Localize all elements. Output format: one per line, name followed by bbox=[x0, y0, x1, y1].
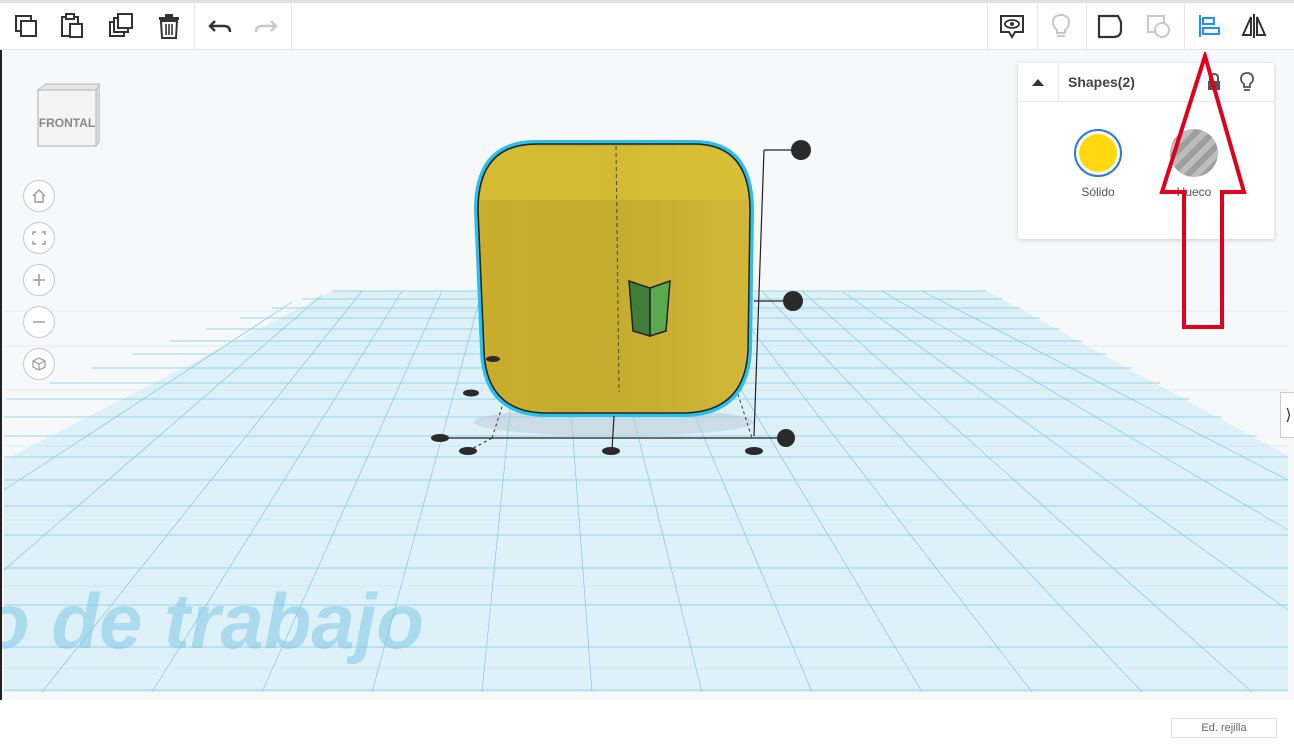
toolbar-divider bbox=[291, 3, 292, 50]
solid-label: Sólido bbox=[1081, 185, 1115, 199]
trash-icon bbox=[159, 14, 179, 39]
zoom-in-icon bbox=[33, 274, 45, 286]
perspective-icon bbox=[32, 357, 46, 371]
duplicate-button[interactable] bbox=[104, 9, 138, 43]
edge-handle[interactable] bbox=[463, 389, 479, 397]
paste-icon bbox=[61, 13, 83, 38]
corner-handle[interactable] bbox=[486, 356, 500, 362]
side-panel-toggle[interactable]: ⟩ bbox=[1280, 392, 1294, 438]
toolbar-divider bbox=[1037, 3, 1038, 50]
solid-color-circle bbox=[1079, 134, 1117, 172]
fit-view-button[interactable] bbox=[23, 222, 55, 254]
zoom-out-icon bbox=[33, 321, 45, 323]
toolbar-divider bbox=[1184, 3, 1185, 50]
home-icon bbox=[32, 189, 46, 203]
home-view-button[interactable] bbox=[23, 180, 55, 212]
undo-button[interactable] bbox=[203, 9, 237, 43]
height-handle[interactable] bbox=[791, 140, 811, 160]
zoom-out-button[interactable] bbox=[23, 306, 55, 338]
copy-button[interactable] bbox=[9, 9, 43, 43]
shape-outline-icon bbox=[1097, 14, 1123, 39]
view-cube-face-label: FRONTAL bbox=[38, 116, 96, 130]
annotation-arrow bbox=[1159, 52, 1247, 329]
chevron-right-icon: ⟩ bbox=[1285, 407, 1292, 424]
workplane-watermark: o de trabajo bbox=[2, 577, 424, 665]
perspective-button[interactable] bbox=[23, 348, 55, 380]
toolbar-divider bbox=[1086, 3, 1087, 50]
redo-icon bbox=[254, 20, 278, 33]
lightbulb-icon bbox=[1051, 13, 1071, 37]
undo-icon bbox=[208, 20, 232, 33]
toolbar-divider bbox=[194, 3, 195, 50]
panel-title: Shapes(2) bbox=[1068, 74, 1135, 90]
delete-button[interactable] bbox=[152, 9, 186, 43]
mirror-icon bbox=[1241, 14, 1267, 38]
view-cube[interactable]: FRONTAL bbox=[34, 82, 101, 152]
panel-collapse-button[interactable] bbox=[1018, 63, 1059, 101]
comment-icon bbox=[1000, 15, 1024, 39]
duplicate-icon bbox=[109, 13, 133, 37]
solid-swatch[interactable] bbox=[1074, 129, 1122, 177]
mirror-button[interactable] bbox=[1237, 9, 1271, 43]
align-button[interactable] bbox=[1191, 9, 1225, 43]
group-shapes-button[interactable] bbox=[1093, 9, 1127, 43]
zoom-in-button[interactable] bbox=[23, 264, 55, 296]
edit-grid-button[interactable]: Ed. rejilla bbox=[1171, 718, 1277, 738]
corner-handle[interactable] bbox=[431, 434, 449, 442]
edge-handle[interactable] bbox=[602, 447, 620, 455]
toolbar-divider bbox=[987, 3, 988, 50]
paste-button[interactable] bbox=[55, 9, 89, 43]
notes-button[interactable] bbox=[995, 9, 1029, 43]
caret-up-icon bbox=[1032, 79, 1044, 86]
corner-handle[interactable] bbox=[745, 447, 763, 455]
main-toolbar bbox=[0, 0, 1294, 50]
ungroup-button[interactable] bbox=[1141, 9, 1175, 43]
redo-button[interactable] bbox=[249, 9, 283, 43]
copy-icon bbox=[15, 15, 37, 37]
footer-bar bbox=[0, 700, 1294, 748]
rotate-handle[interactable] bbox=[783, 291, 803, 311]
fit-icon bbox=[32, 231, 46, 245]
light-button[interactable] bbox=[1044, 9, 1078, 43]
group-icon bbox=[1147, 15, 1170, 38]
align-icon bbox=[1199, 15, 1220, 37]
rotate-handle-base[interactable] bbox=[777, 429, 795, 447]
green-shape[interactable] bbox=[628, 279, 651, 338]
